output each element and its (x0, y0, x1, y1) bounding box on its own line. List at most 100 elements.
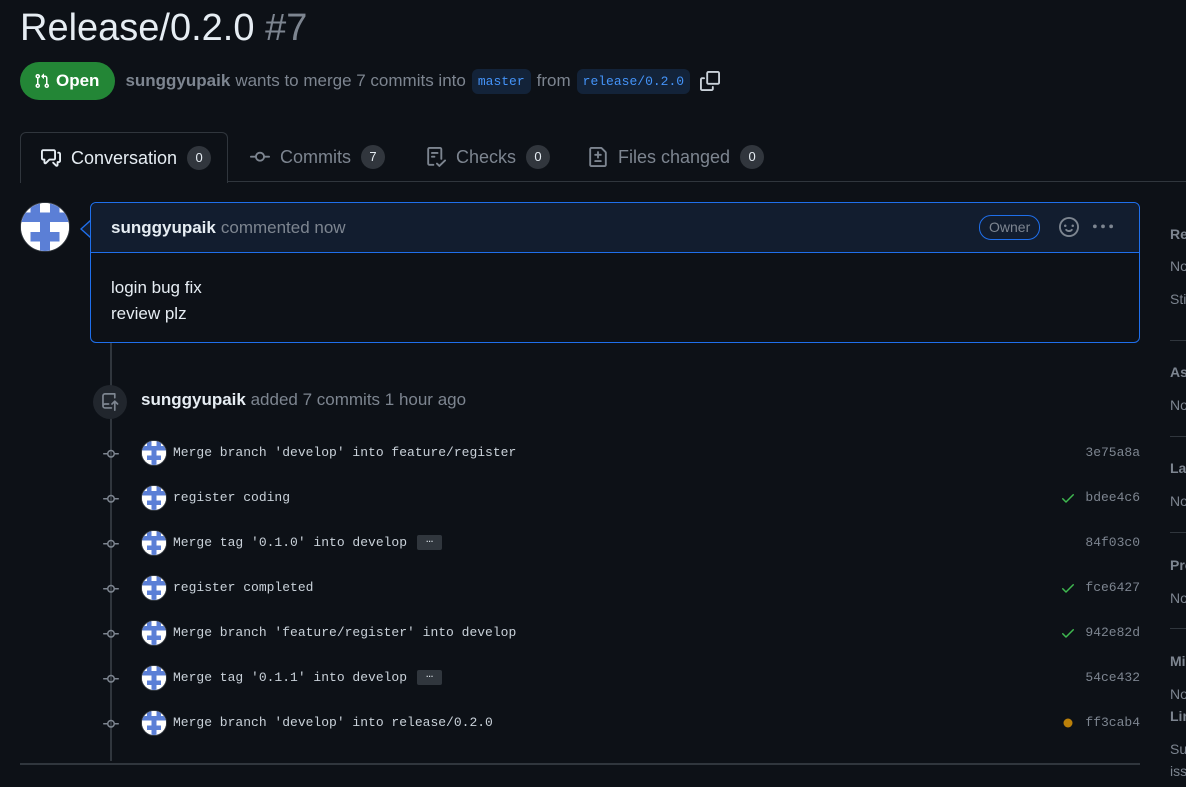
commit-message[interactable]: register coding (173, 490, 290, 505)
sidebar-heading[interactable]: La (1170, 460, 1186, 476)
commit-message[interactable]: Merge tag '0.1.1' into develop (173, 670, 407, 685)
copy-icon[interactable] (700, 71, 721, 91)
state-label: Open (56, 71, 100, 90)
event-description: added 7 commits 1 hour ago (250, 390, 467, 409)
commit-sha[interactable]: fce6427 (1085, 580, 1140, 595)
commit-row: Merge tag '0.1.1' into develop … 54ce432 (100, 663, 1140, 693)
identicon (142, 621, 166, 645)
tab-checks[interactable]: Checks 0 (426, 132, 551, 182)
comment-timestamp[interactable]: commented now (221, 218, 346, 238)
commit-row: register completed fce6427 (100, 573, 1140, 603)
commit-message[interactable]: Merge branch 'feature/register' into dev… (173, 625, 516, 640)
git-commit-icon (100, 446, 122, 467)
tab-commits-count: 7 (361, 145, 385, 169)
commit-sha[interactable]: ff3cab4 (1085, 715, 1140, 730)
kebab-horizontal-icon[interactable] (1093, 217, 1113, 242)
tab-conversation-count: 0 (187, 146, 212, 170)
commit-author-avatar[interactable] (141, 440, 167, 466)
checklist-icon (427, 147, 446, 167)
git-commit-icon (100, 671, 122, 692)
comment-author-avatar[interactable] (20, 202, 70, 252)
check-icon[interactable] (1060, 580, 1076, 601)
check-icon[interactable] (1060, 490, 1076, 511)
comment-header: sunggyupaik commented now Owner (91, 203, 1139, 253)
identicon (21, 203, 69, 251)
git-commit-icon (100, 716, 122, 737)
tab-checks-label: Checks (456, 146, 517, 167)
event-author[interactable]: sunggyupaik (141, 390, 246, 409)
tab-checks-count: 0 (526, 145, 551, 169)
base-branch[interactable]: master (471, 68, 531, 94)
identicon (142, 666, 166, 690)
pr-meta: Open sunggyupaik wants to merge 7 commit… (20, 62, 721, 100)
repo-push-icon (102, 393, 119, 411)
tab-conversation-label: Conversation (71, 147, 178, 168)
sidebar-heading[interactable]: Pro (1170, 557, 1186, 573)
commit-row: Merge branch 'develop' into feature/regi… (100, 438, 1140, 468)
check-icon[interactable] (1060, 625, 1076, 646)
expand-commit-body-button[interactable]: … (417, 533, 443, 551)
commit-message[interactable]: register completed (173, 580, 313, 595)
pr-author-link[interactable]: sunggyupaik (125, 71, 230, 91)
comment-body: login bug fix review plz (111, 275, 202, 327)
repo-push-badge (93, 385, 127, 419)
file-diff-icon (589, 147, 607, 167)
commit-author-avatar[interactable] (141, 710, 167, 736)
commit-sha[interactable]: 3e75a8a (1085, 445, 1140, 460)
tab-files-changed[interactable]: Files changed 0 (588, 132, 765, 182)
commit-message[interactable]: Merge tag '0.1.0' into develop (173, 535, 407, 550)
identicon (142, 576, 166, 600)
commit-author-avatar[interactable] (141, 665, 167, 691)
timeline-bottom-divider (20, 763, 1140, 765)
commit-row: Merge tag '0.1.0' into develop … 84f03c0 (100, 528, 1140, 558)
git-commit-icon (250, 151, 270, 162)
identicon (142, 531, 166, 555)
sidebar-divider (1170, 532, 1186, 533)
commit-author-avatar[interactable] (141, 575, 167, 601)
expand-commit-body-button[interactable]: … (417, 668, 443, 686)
commit-author-avatar[interactable] (141, 530, 167, 556)
commit-sha[interactable]: 84f03c0 (1085, 535, 1140, 550)
head-branch[interactable]: release/0.2.0 (576, 68, 691, 94)
pending-dot-icon[interactable] (1060, 715, 1076, 736)
pr-title: Release/0.2.0 #7 (20, 4, 307, 52)
commit-sha[interactable]: 54ce432 (1085, 670, 1140, 685)
pr-number: #7 (265, 7, 308, 49)
comment-author[interactable]: sunggyupaik (111, 218, 216, 238)
commit-sha[interactable]: bdee4c6 (1085, 490, 1140, 505)
smiley-icon[interactable] (1059, 217, 1079, 242)
tab-commits[interactable]: Commits 7 (250, 132, 385, 182)
comment-discussion-icon (41, 149, 61, 167)
git-commit-icon (100, 581, 122, 602)
pr-tabs: Conversation 0 Commits 7 Checks 0 Files … (0, 132, 1186, 183)
sidebar-value: No (1170, 258, 1186, 274)
commit-message[interactable]: Merge branch 'develop' into feature/regi… (173, 445, 516, 460)
sidebar-heading[interactable]: Lin (1170, 708, 1186, 724)
sidebar-value: Sti (1170, 291, 1186, 307)
commits-added-event: sunggyupaik added 7 commits 1 hour ago (141, 390, 466, 410)
sidebar-divider (1170, 340, 1186, 341)
sidebar-divider (1170, 436, 1186, 437)
sidebar-heading[interactable]: Re (1170, 226, 1186, 242)
tab-conversation[interactable]: Conversation 0 (20, 132, 228, 183)
commit-message[interactable]: Merge branch 'develop' into release/0.2.… (173, 715, 493, 730)
sidebar-value: iss (1170, 763, 1186, 779)
pr-summary: wants to merge 7 commits into (235, 71, 466, 90)
sidebar-heading[interactable]: Mi (1170, 653, 1186, 669)
git-commit-icon (100, 626, 122, 647)
git-pull-request-icon (35, 73, 50, 89)
commit-row: Merge branch 'feature/register' into dev… (100, 618, 1140, 648)
pr-title-text: Release/0.2.0 (20, 7, 255, 49)
git-commit-icon (100, 536, 122, 557)
commit-author-avatar[interactable] (141, 485, 167, 511)
commit-author-avatar[interactable] (141, 620, 167, 646)
commit-row: Merge branch 'develop' into release/0.2.… (100, 708, 1140, 738)
commit-sha[interactable]: 942e82d (1085, 625, 1140, 640)
sidebar-heading[interactable]: As (1170, 364, 1186, 380)
tab-files-changed-count: 0 (740, 145, 765, 169)
sidebar-value: No (1170, 493, 1186, 509)
git-commit-icon (100, 491, 122, 512)
commit-row: register coding bdee4c6 (100, 483, 1140, 513)
sidebar-divider (1170, 628, 1186, 629)
tab-commits-label: Commits (280, 146, 351, 167)
